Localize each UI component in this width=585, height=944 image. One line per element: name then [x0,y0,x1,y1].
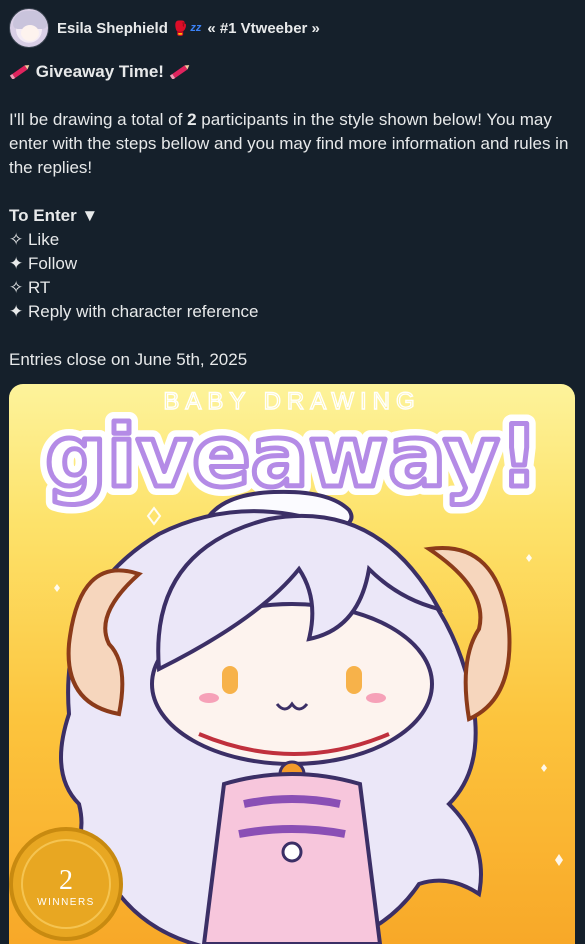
chibi-character [56,489,512,944]
step-rt: ✧ RT [9,278,51,297]
badge-label: WINNERS [37,897,95,908]
post-text: Giveaway Time! I'll be drawing a total o… [9,60,575,372]
avatar[interactable] [9,8,49,48]
winners-badge: 2 WINNERS [9,827,123,941]
closing-date: Entries close on June 5th, 2025 [9,350,248,369]
post-heading: Giveaway Time! [35,62,164,81]
pencil-icon [9,65,30,79]
author-tagline: « #1 Vtweeber » [207,19,320,37]
sleeping-zz-icon: zz [190,22,202,34]
step-follow: ✦ Follow [9,254,78,273]
author-name[interactable]: Esila Shephield [57,20,168,37]
post-heading-line: Giveaway Time! [9,60,575,84]
pencil-icon [169,65,189,79]
post-header: Esila Shephield 🥊 zz « #1 Vtweeber » [9,8,320,48]
enter-title: To Enter ▼ [9,206,99,225]
badge-number: 2 [59,865,73,896]
boxing-glove-icon: 🥊 [171,19,190,36]
step-reply: ✦ Reply with character reference [9,302,259,321]
post-paragraph: I'll be drawing a total of 2 participant… [9,108,575,180]
step-like: ✧ Like [9,230,60,249]
giveaway-image[interactable]: BABY DRAWING giveaway! giveaway! 2 WINNE… [9,384,575,944]
author-name-row[interactable]: Esila Shephield 🥊 zz « #1 Vtweeber » [57,20,320,37]
participants-count: 2 [187,110,197,129]
paragraph-text-start: I'll be drawing a total of [9,110,188,129]
